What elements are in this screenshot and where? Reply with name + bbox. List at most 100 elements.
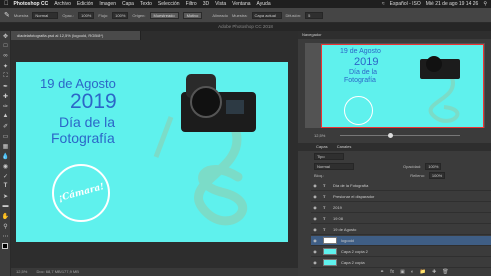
layer-opacity-input[interactable]: 100% bbox=[425, 163, 442, 170]
navigator-header[interactable]: Navegador bbox=[298, 31, 491, 39]
healing-tool-icon[interactable]: ✚ bbox=[0, 91, 11, 101]
nav-date: 19 de Agosto bbox=[340, 48, 381, 55]
new-layer-icon[interactable]: ✚ bbox=[432, 269, 436, 275]
visibility-eye-icon[interactable]: ◉ bbox=[311, 260, 319, 265]
menu-capa[interactable]: Capa bbox=[122, 1, 134, 7]
tab-layers[interactable]: Capas bbox=[316, 144, 328, 149]
menu-ventana[interactable]: Ventana bbox=[232, 1, 250, 7]
crop-tool-icon[interactable]: ⛶ bbox=[0, 71, 11, 81]
layer-row[interactable]: ◉ T Día de la Fotografía bbox=[311, 181, 491, 191]
menu-vista[interactable]: Vista bbox=[215, 1, 226, 7]
brush-tool-icon[interactable]: ✑ bbox=[0, 101, 11, 111]
diffusion-input[interactable]: 5 bbox=[305, 11, 324, 19]
source-pattern-button[interactable]: Motivo bbox=[182, 11, 203, 19]
menu-imagen[interactable]: Imagen bbox=[99, 1, 116, 7]
menu-3d[interactable]: 3D bbox=[203, 1, 209, 7]
visibility-eye-icon[interactable]: ◉ bbox=[311, 216, 319, 221]
nav-year: 2019 bbox=[354, 56, 379, 68]
camera-illustration bbox=[153, 74, 256, 226]
menu-ayuda[interactable]: Ayuda bbox=[257, 1, 271, 7]
navigator-zoom-thumb[interactable] bbox=[388, 133, 393, 138]
layer-name: Capa 2 copia bbox=[341, 260, 365, 265]
search-icon[interactable]: ⚲ bbox=[483, 1, 487, 7]
blur-tool-icon[interactable]: 💧 bbox=[0, 151, 11, 161]
nav-line2: Fotografía bbox=[344, 77, 376, 84]
pen-tool-icon[interactable]: ✓ bbox=[0, 171, 11, 181]
text-layer-icon: T bbox=[323, 183, 326, 188]
canvas[interactable]: 19 de Agosto 2019 Día de la Fotografía ¡… bbox=[16, 62, 288, 242]
navigator-zoom-slider[interactable] bbox=[340, 135, 460, 136]
menu-seleccion[interactable]: Selección bbox=[158, 1, 180, 7]
document-tab[interactable]: diadelafotografia.psd al 12,5% (logoold,… bbox=[11, 31, 141, 40]
zoom-level[interactable]: 12,5% bbox=[16, 269, 27, 274]
trash-icon[interactable]: 🗑 bbox=[442, 269, 448, 275]
layer-name: 19 08 bbox=[333, 216, 344, 221]
fx-icon[interactable]: fx bbox=[390, 269, 394, 275]
fill-input[interactable]: 100% bbox=[428, 172, 446, 179]
folder-icon[interactable]: 📁 bbox=[420, 269, 426, 275]
visibility-eye-icon[interactable]: ◉ bbox=[311, 205, 319, 210]
move-tool-icon[interactable]: ✥ bbox=[0, 31, 11, 41]
navigator-preview[interactable]: 19 de Agosto 2019 Día de la Fotografía bbox=[321, 44, 484, 128]
quick-select-tool-icon[interactable]: ✦ bbox=[0, 61, 11, 71]
history-brush-tool-icon[interactable]: ✐ bbox=[0, 121, 11, 131]
visibility-eye-icon[interactable]: ◉ bbox=[311, 183, 319, 188]
layer-row[interactable]: ◉ T Presionar el disparador bbox=[311, 192, 491, 202]
layer-row[interactable]: ◉ Capa 2 copia 2 bbox=[311, 247, 491, 257]
visibility-eye-icon[interactable]: ◉ bbox=[311, 227, 319, 232]
hand-tool-icon[interactable]: ✋ bbox=[0, 211, 11, 221]
text-layer-icon: T bbox=[323, 194, 326, 199]
language-indicator[interactable]: Español - ISO bbox=[390, 1, 421, 7]
clone-stamp-tool-icon[interactable]: ▲ bbox=[0, 111, 11, 121]
marquee-tool-icon[interactable]: □ bbox=[0, 41, 11, 51]
canvas-line1: Día de la bbox=[59, 114, 116, 130]
gradient-tool-icon[interactable]: ▦ bbox=[0, 141, 11, 151]
source-sampled-button[interactable]: Muestreado bbox=[149, 11, 179, 19]
app-menu[interactable]: Photoshop CC bbox=[14, 1, 49, 7]
opacity-input[interactable]: 100% bbox=[78, 11, 95, 19]
eraser-tool-icon[interactable]: ▭ bbox=[0, 131, 11, 141]
mode-select[interactable]: Normal bbox=[32, 11, 59, 19]
visibility-eye-icon[interactable]: ◉ bbox=[311, 194, 319, 199]
visibility-eye-icon[interactable]: ◉ bbox=[311, 249, 319, 254]
layer-name: Capa 2 copia 2 bbox=[341, 249, 368, 254]
menu-edicion[interactable]: Edición bbox=[77, 1, 93, 7]
fill-label: Relleno: bbox=[410, 173, 425, 178]
layer-row[interactable]: ◉ T 2019 bbox=[311, 203, 491, 213]
menu-clock[interactable]: Mié 21 de ago 19 14 26 bbox=[426, 1, 479, 7]
dodge-tool-icon[interactable]: ◉ bbox=[0, 161, 11, 171]
apple-icon[interactable]:  bbox=[4, 1, 9, 7]
path-select-tool-icon[interactable]: ➤ bbox=[0, 191, 11, 201]
layer-row[interactable]: ◉ T 19 de Agosto bbox=[311, 225, 491, 235]
tab-channels[interactable]: Canales bbox=[337, 144, 352, 149]
layer-name: 19 de Agosto bbox=[333, 227, 357, 232]
menu-texto[interactable]: Texto bbox=[140, 1, 152, 7]
layer-row[interactable]: ◉ T 19 08 bbox=[311, 214, 491, 224]
shape-tool-icon[interactable]: ▬ bbox=[0, 201, 11, 211]
sample-layer-select[interactable]: Capa actual bbox=[251, 11, 282, 19]
opacity-label: Opac.: bbox=[62, 12, 75, 18]
layer-row-selected[interactable]: ◉ logoold bbox=[311, 236, 491, 246]
type-tool-icon[interactable]: T bbox=[0, 181, 11, 191]
mask-icon[interactable]: ▣ bbox=[400, 269, 405, 275]
menu-bar:  Photoshop CC Archivo Edición Imagen Ca… bbox=[0, 0, 491, 8]
navigator-zoom[interactable]: 12,5% bbox=[314, 133, 325, 138]
eyedropper-tool-icon[interactable]: ✒ bbox=[0, 81, 11, 91]
flow-input[interactable]: 100% bbox=[112, 11, 129, 19]
foreground-color-swatch[interactable] bbox=[2, 243, 8, 249]
aligned-label[interactable]: Alineado bbox=[212, 13, 228, 18]
filter-kind-select[interactable]: Tipo bbox=[314, 153, 344, 160]
adjustment-icon[interactable]: ◐ bbox=[411, 269, 414, 275]
menu-archivo[interactable]: Archivo bbox=[54, 1, 71, 7]
menu-filtro[interactable]: Filtro bbox=[186, 1, 197, 7]
zoom-tool-icon[interactable]: ⚲ bbox=[0, 221, 11, 231]
lasso-tool-icon[interactable]: ∞ bbox=[0, 51, 11, 61]
lock-label: Bloq.: bbox=[314, 173, 325, 178]
clone-stamp-icon[interactable]: ✎ bbox=[4, 11, 10, 19]
wifi-icon[interactable]: ≈ bbox=[382, 1, 385, 7]
blend-mode-select[interactable]: Normal bbox=[314, 163, 354, 170]
link-icon[interactable]: ⚭ bbox=[380, 269, 384, 275]
layer-row[interactable]: ◉ Capa 2 copia bbox=[311, 258, 491, 268]
more-tools-icon[interactable]: ⋯ bbox=[0, 231, 11, 241]
visibility-eye-icon[interactable]: ◉ bbox=[311, 238, 319, 243]
